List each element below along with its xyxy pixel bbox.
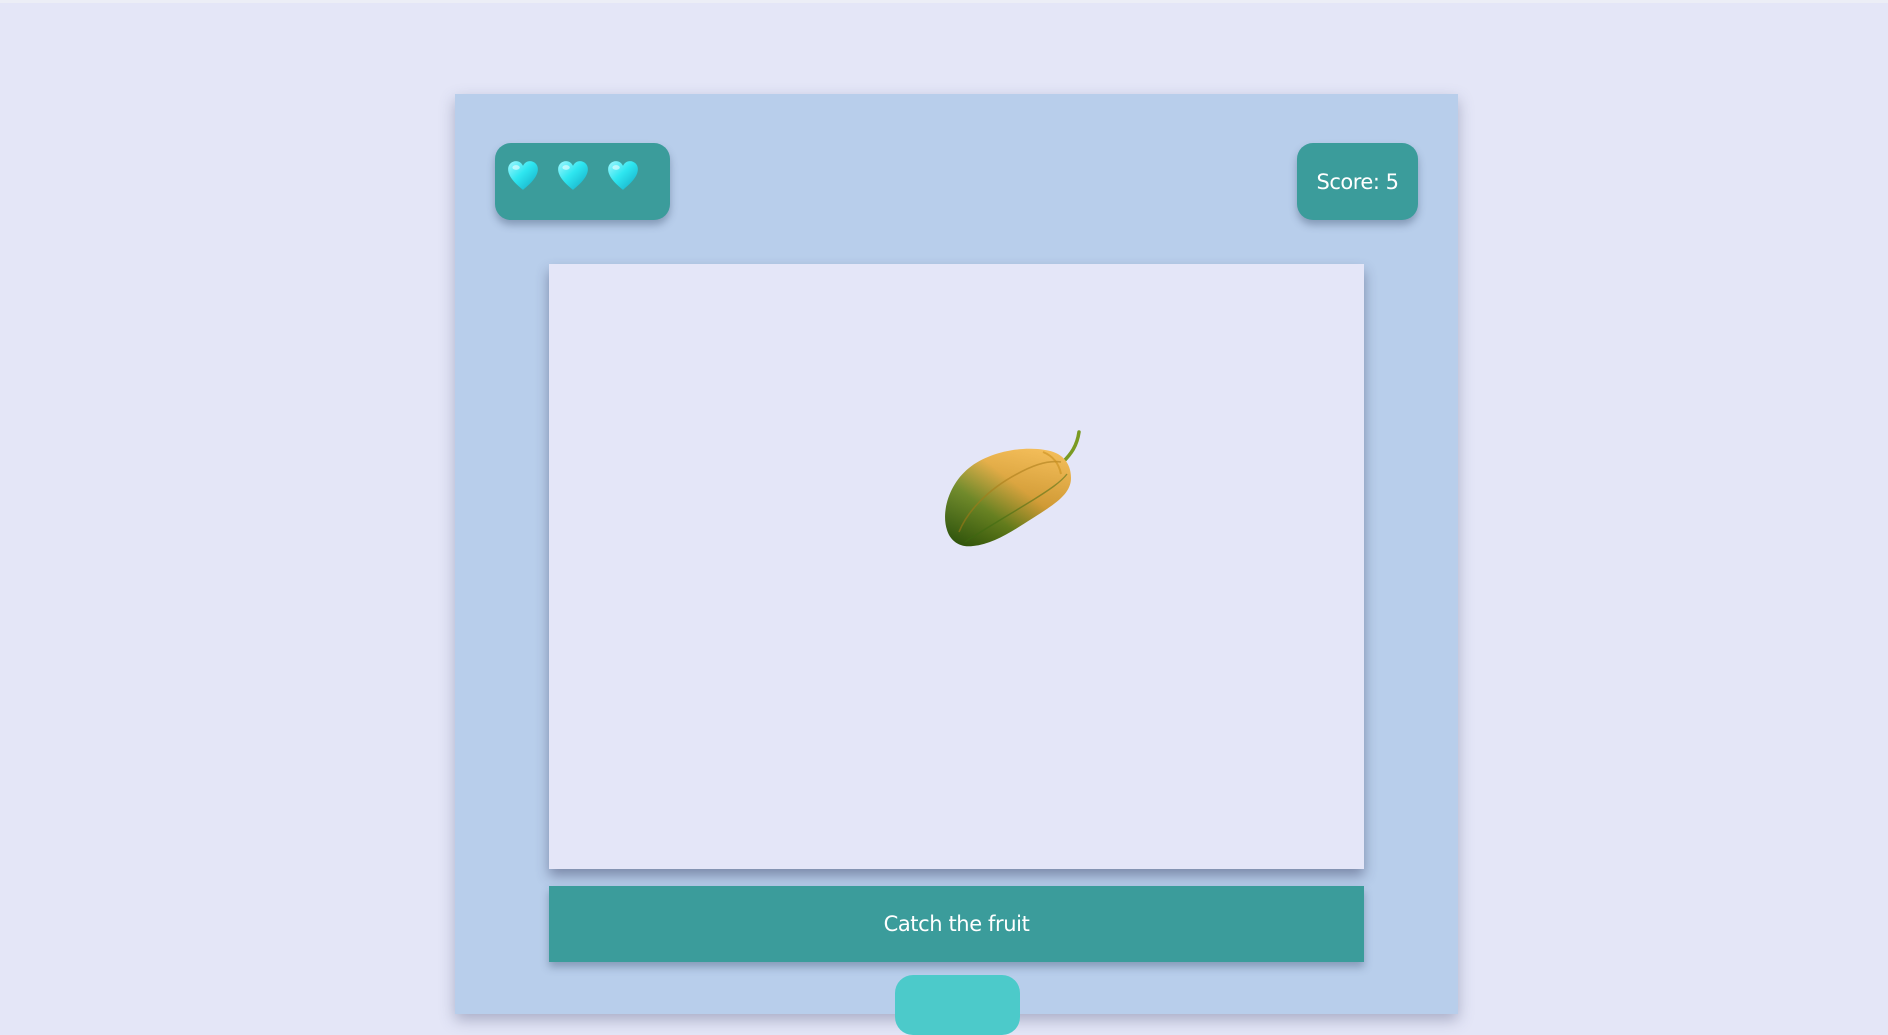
heart-icon xyxy=(608,161,638,190)
instruction-bar: Catch the fruit xyxy=(549,886,1364,962)
play-area[interactable] xyxy=(549,264,1364,869)
heart-icon xyxy=(558,161,588,190)
lives-display xyxy=(495,143,670,220)
start-button[interactable] xyxy=(895,975,1020,1035)
heart-icon xyxy=(508,161,538,190)
papaya-icon[interactable] xyxy=(937,412,1097,552)
game-panel: Score: 5 Catch the fruit xyxy=(455,94,1458,1035)
page-top-edge xyxy=(0,0,1888,3)
score-display: Score: 5 xyxy=(1297,143,1418,220)
